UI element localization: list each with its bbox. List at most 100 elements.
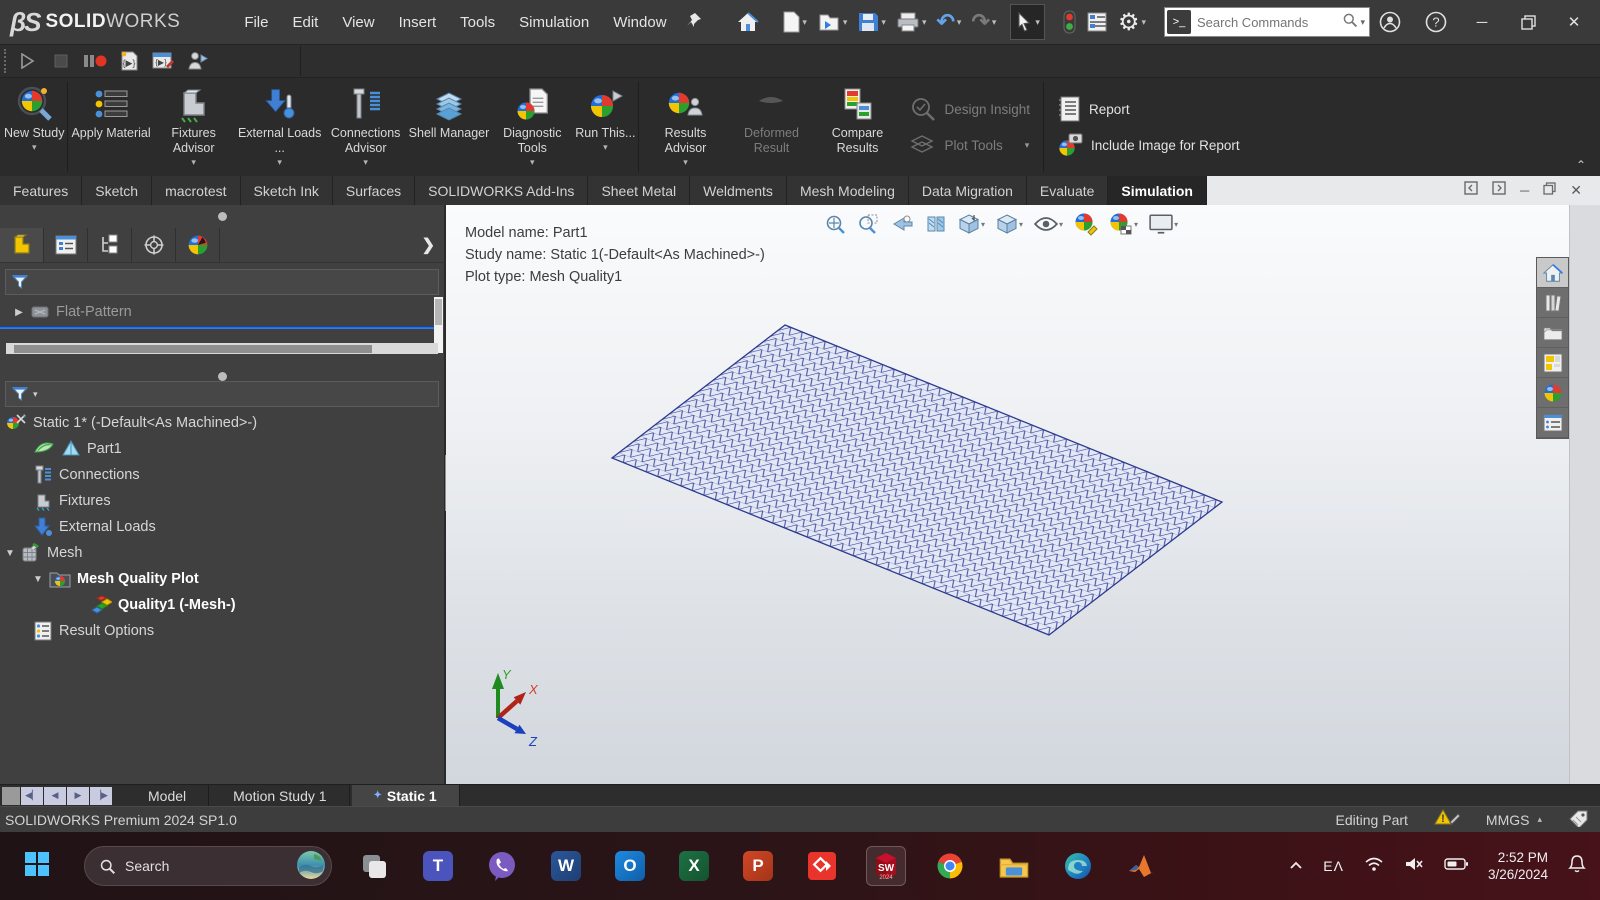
scroll-last-tab-button[interactable]: ▕▶ [90,787,112,805]
tree-item-external-loads[interactable]: External Loads [33,514,156,540]
new-document-button[interactable]: ▾ [778,6,811,38]
tree-filter-lower[interactable]: ▾ [5,381,439,407]
edit-appearance-icon[interactable] [1072,210,1100,238]
tree-item-mesh[interactable]: ▼ Mesh [5,540,82,566]
home-button[interactable] [732,6,764,38]
rebuild-warning-icon[interactable]: ! [1434,808,1460,831]
chevron-down-icon[interactable]: ▾ [1141,17,1146,28]
edge-app-icon[interactable] [1058,846,1098,886]
viber-app-icon[interactable] [482,846,522,886]
toolbar-grip[interactable] [4,49,8,73]
taskbar-search-box[interactable]: Search [84,846,332,886]
notification-bell-icon[interactable] [1568,854,1586,879]
doc-restore-icon[interactable] [1543,182,1556,200]
chevron-down-icon[interactable]: ▾ [957,17,962,28]
chevron-down-icon[interactable]: ▾ [683,157,688,169]
chevron-down-icon[interactable]: ▾ [603,142,608,154]
chevron-down-icon[interactable]: ▾ [1059,220,1063,229]
solidworks-app-icon[interactable]: SW2024 [866,846,906,886]
help-icon[interactable]: ? [1416,5,1456,39]
home-tab-icon[interactable] [1537,258,1568,288]
chevron-down-icon[interactable]: ▾ [1174,220,1178,229]
unit-system-selector[interactable]: MMGS ▴ [1486,812,1542,828]
close-button[interactable]: ✕ [1554,5,1594,39]
tree-item-quality1[interactable]: Quality1 (-Mesh-) [90,592,236,618]
teams-app-icon[interactable]: T [418,846,458,886]
tab-display-manager[interactable] [176,228,220,262]
section-view-icon[interactable] [923,212,949,236]
ribbon-button-results-advisor[interactable]: Results Advisor ▾ [642,78,728,176]
chevron-down-icon[interactable]: ▾ [843,17,848,28]
view-palette-icon[interactable] [1537,348,1568,378]
clock[interactable]: 2:52 PM 3/26/2024 [1488,849,1548,883]
word-app-icon[interactable]: W [546,846,586,886]
start-button[interactable] [24,851,50,882]
tab-features[interactable]: Features [0,176,82,205]
doc-close-icon[interactable]: ✕ [1570,182,1582,199]
expand-panel-icon[interactable]: ❯ [422,235,435,255]
command-search[interactable]: >_ ▾ [1164,7,1370,37]
view-orientation-icon[interactable]: ▾ [956,211,987,237]
chevron-down-icon[interactable]: ▾ [992,17,997,28]
excel-app-icon[interactable]: X [674,846,714,886]
ribbon-button-shell-manager[interactable]: Shell Manager [409,78,490,176]
previous-view-icon[interactable] [888,212,916,236]
edit-macro-icon[interactable]: {▶} [148,48,178,74]
zoom-to-fit-icon[interactable] [822,211,848,237]
doc-minimize-icon[interactable]: ─ [1520,183,1529,198]
chevron-down-icon[interactable]: ▾ [881,17,886,28]
tag-icon[interactable] [1568,809,1590,830]
volume-muted-icon[interactable] [1404,856,1424,877]
restore-button[interactable] [1508,5,1548,39]
tab-configuration-manager[interactable] [132,228,176,262]
minimize-button[interactable]: ─ [1462,5,1502,39]
collapse-arrow-icon[interactable]: ▼ [5,548,15,559]
chevron-down-icon[interactable]: ▾ [32,142,37,154]
file-explorer-icon[interactable] [1537,318,1568,348]
chevron-down-icon[interactable]: ▾ [33,389,38,400]
hidden-icons-chevron[interactable] [1289,857,1303,875]
file-explorer-app-icon[interactable] [994,846,1034,886]
menu-simulation[interactable]: Simulation [509,10,599,35]
appearances-scenes-icon[interactable] [1537,378,1568,408]
hide-show-items-icon[interactable]: ▾ [1032,214,1065,234]
snipping-tool-app-icon[interactable] [354,846,394,886]
language-indicator[interactable]: EΛ [1323,858,1344,874]
mesh-plot[interactable] [612,325,1222,635]
zoom-to-area-icon[interactable] [855,211,881,237]
tree-item-mesh-quality-plot[interactable]: ▼ Mesh Quality Plot [33,566,199,592]
wifi-icon[interactable] [1364,856,1384,877]
collapse-ribbon-icon[interactable]: ⌃ [1576,158,1586,172]
chevron-down-icon[interactable]: ▾ [981,220,985,229]
chevron-down-icon[interactable]: ▾ [1019,220,1023,229]
ribbon-button-apply-material[interactable]: Apply Material [71,78,150,176]
chrome-app-icon[interactable] [930,846,970,886]
outlook-app-icon[interactable]: O [610,846,650,886]
tree-filter-upper[interactable] [5,269,439,295]
tree-item-study-root[interactable]: Static 1* (-Default<As Machined>-) [5,410,257,436]
open-document-button[interactable]: ▾ [813,6,852,38]
settings-gear-button[interactable]: ⚙ ▾ [1114,6,1150,38]
chevron-down-icon[interactable]: ▾ [363,157,368,169]
ribbon-button-report[interactable]: Report [1057,96,1240,122]
chevron-down-icon[interactable]: ▾ [1360,17,1365,28]
tab-solidworks-add-ins[interactable]: SOLIDWORKS Add-Ins [415,176,588,205]
ribbon-button-compare-results[interactable]: Compare Results [814,78,900,176]
chevron-down-icon[interactable]: ▾ [1134,220,1138,229]
ribbon-button-diagnostic-tools[interactable]: Diagnostic Tools ▾ [489,78,575,176]
expand-arrow-icon[interactable]: ▶ [14,307,24,318]
battery-icon[interactable] [1444,857,1468,876]
search-icon[interactable] [1342,12,1358,33]
tab-static-1[interactable]: ✦ Static 1 [352,785,460,806]
tab-motion-study-1[interactable]: Motion Study 1 [211,785,349,806]
tree-item-connections[interactable]: Connections [33,462,140,488]
graphics-viewport[interactable]: Y X Z Model name: Part1 Study name: Stat… [446,205,1600,784]
tab-macrotest[interactable]: macrotest [152,176,240,205]
tree-item-flat-pattern[interactable]: ▶ Flat-Pattern [14,299,132,325]
scroll-prev-tab-button[interactable]: ◀ [44,787,66,805]
menu-edit[interactable]: Edit [282,10,328,35]
tab-mesh-modeling[interactable]: Mesh Modeling [787,176,909,205]
scroll-next-tab-button[interactable]: ▶ [67,787,89,805]
chevron-down-icon[interactable]: ▾ [802,17,807,28]
chevron-down-icon[interactable]: ▾ [530,157,535,169]
